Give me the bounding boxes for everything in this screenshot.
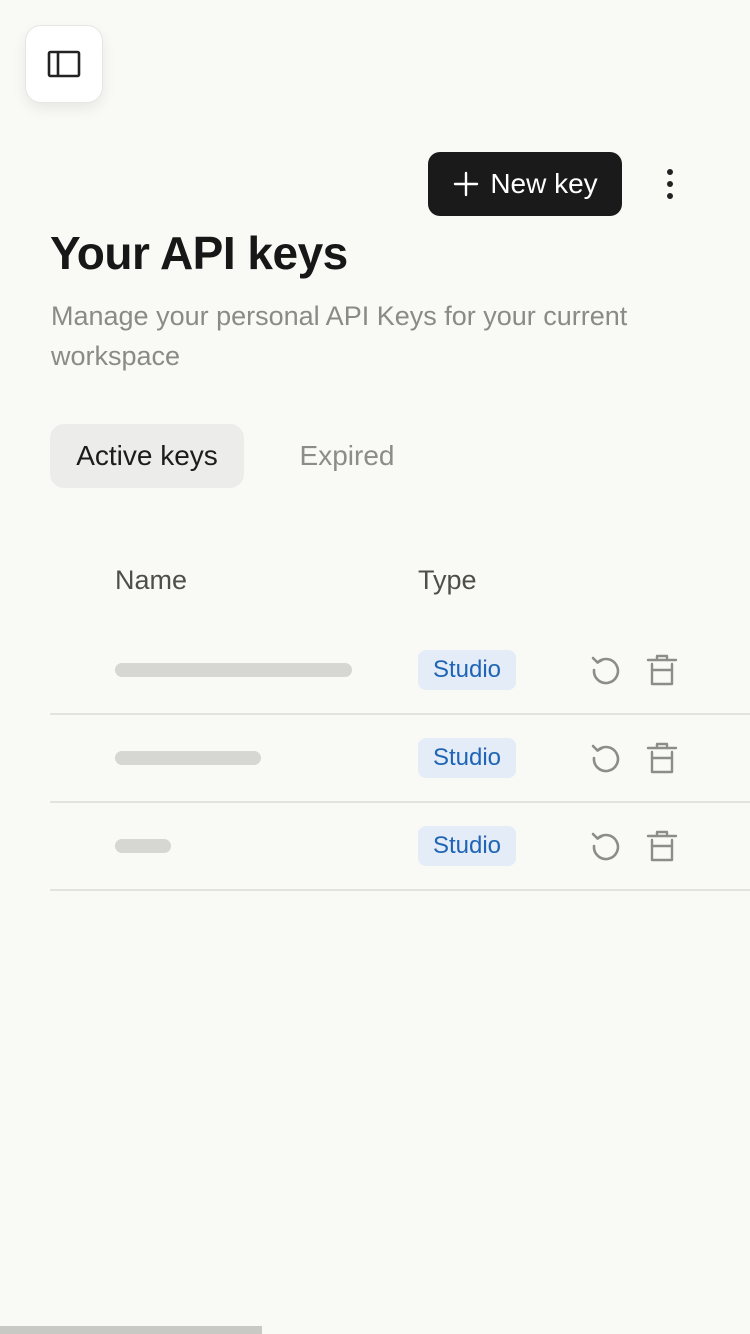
sidebar-panel-icon xyxy=(47,49,81,79)
key-name-placeholder xyxy=(115,663,352,677)
rotate-ccw-icon xyxy=(591,832,620,861)
page-title: Your API keys xyxy=(50,227,348,279)
new-key-button[interactable]: New key xyxy=(428,152,622,216)
key-name-placeholder xyxy=(115,751,261,765)
tab-expired[interactable]: Expired xyxy=(278,424,416,488)
horizontal-scrollbar[interactable] xyxy=(0,1326,262,1334)
table-row: Studio xyxy=(50,803,750,891)
type-badge: Studio xyxy=(418,826,516,866)
trash-icon xyxy=(646,830,678,862)
plus-icon xyxy=(452,170,480,198)
rotate-key-button[interactable] xyxy=(588,828,624,864)
rotate-key-button[interactable] xyxy=(588,652,624,688)
delete-key-button[interactable] xyxy=(644,652,680,688)
page-subtitle: Manage your personal API Keys for your c… xyxy=(51,301,628,371)
trash-icon xyxy=(646,654,678,686)
type-badge: Studio xyxy=(418,650,516,690)
api-keys-page: New key Your API keys Manage your person… xyxy=(0,0,750,1334)
new-key-label: New key xyxy=(490,168,598,199)
table-row: Studio xyxy=(50,627,750,715)
vertical-ellipsis-icon xyxy=(666,168,674,200)
more-options-button[interactable] xyxy=(650,162,690,206)
column-header-name: Name xyxy=(115,565,188,595)
rotate-ccw-icon xyxy=(591,656,620,685)
table-row: Studio xyxy=(50,715,750,803)
type-badge: Studio xyxy=(418,738,516,778)
key-name-placeholder xyxy=(115,839,171,853)
column-header-type: Type xyxy=(418,565,477,595)
rotate-key-button[interactable] xyxy=(588,740,624,776)
sidebar-toggle-button[interactable] xyxy=(25,25,103,103)
rotate-ccw-icon xyxy=(591,744,620,773)
tab-active-keys[interactable]: Active keys xyxy=(50,424,244,488)
trash-icon xyxy=(646,742,678,774)
delete-key-button[interactable] xyxy=(644,828,680,864)
delete-key-button[interactable] xyxy=(644,740,680,776)
